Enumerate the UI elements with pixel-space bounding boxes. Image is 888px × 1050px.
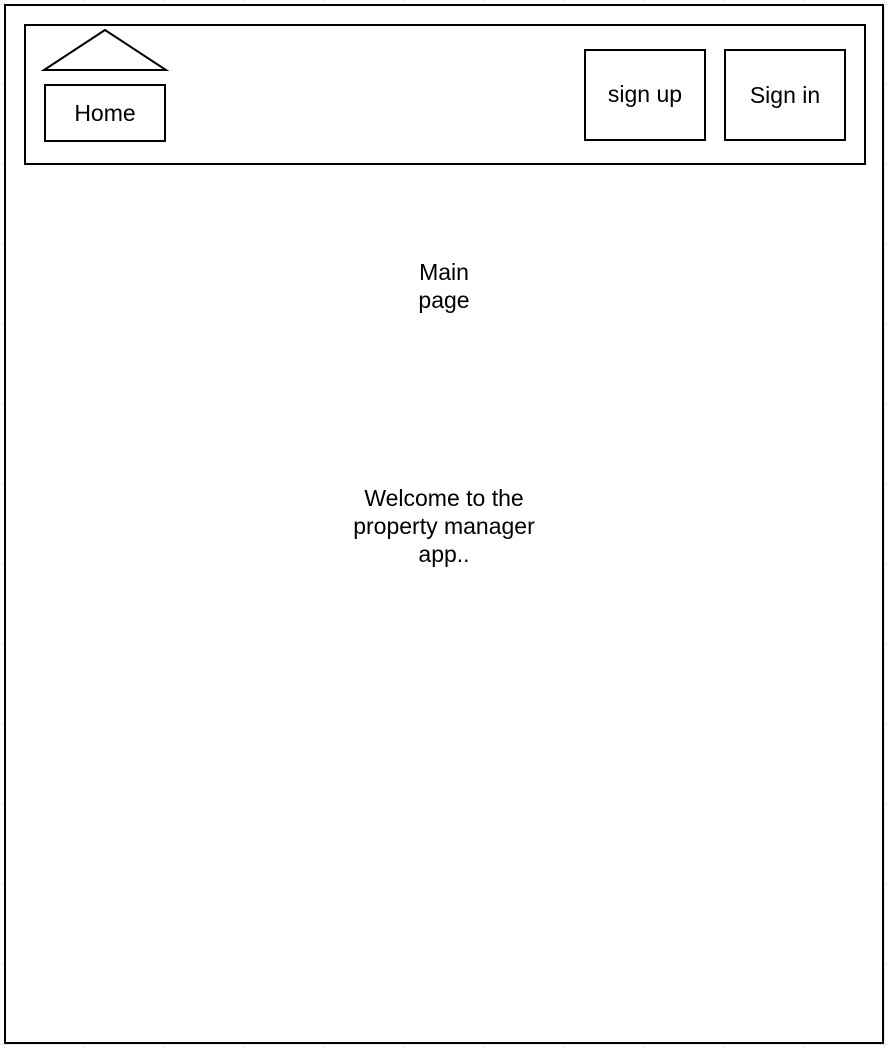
welcome-message: Welcome to the property manager app.. (353, 485, 535, 567)
sign-in-button[interactable]: Sign in (724, 49, 846, 141)
sign-up-button-label: sign up (607, 80, 683, 107)
home-button-label: Home (74, 99, 136, 126)
sign-in-button-label: Sign in (749, 81, 821, 108)
sign-up-button[interactable]: sign up (584, 49, 706, 141)
home-button[interactable]: Home (44, 84, 166, 142)
page-title: Main page (418, 259, 470, 313)
house-roof-icon (40, 28, 170, 71)
